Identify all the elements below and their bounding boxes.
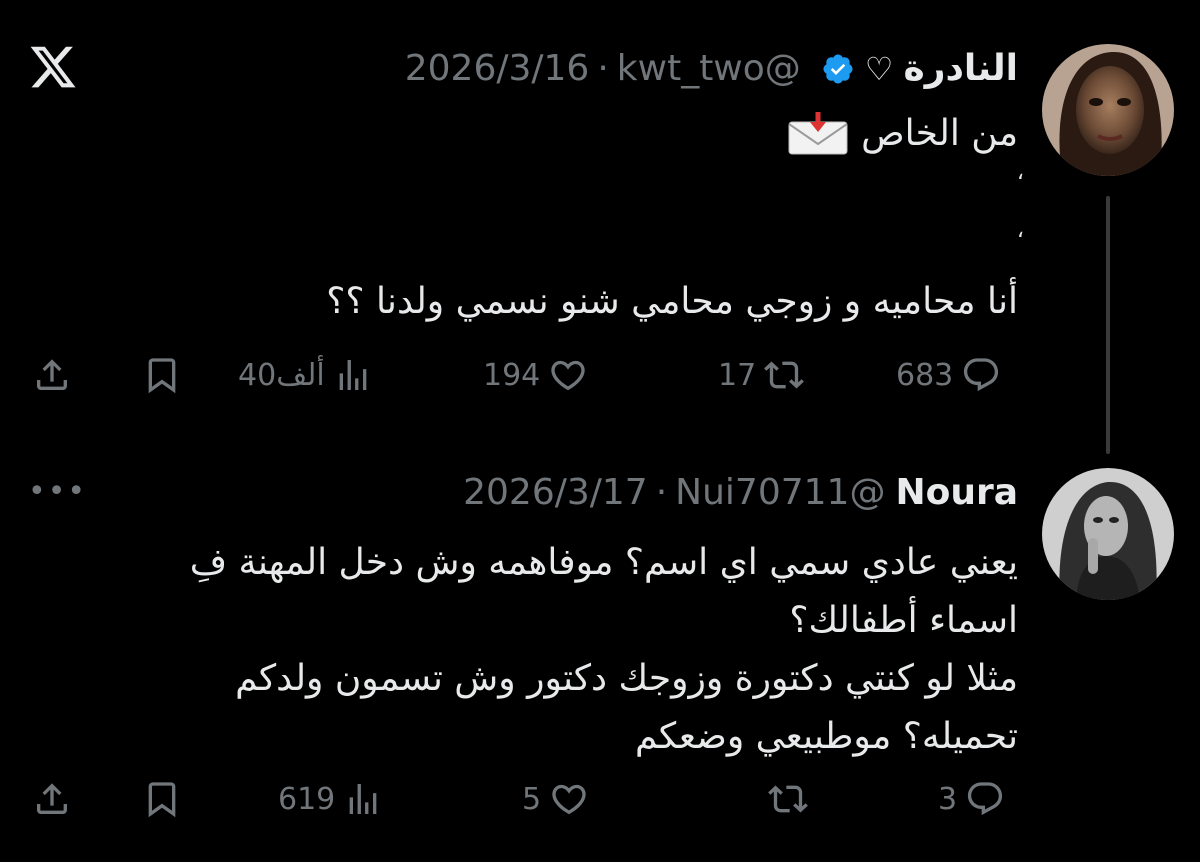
reply-icon	[964, 358, 999, 392]
handle[interactable]: @kwt_two	[617, 46, 801, 92]
views-count: 619	[278, 781, 336, 817]
retweets-count: 17	[718, 357, 757, 393]
more-icon[interactable]: •••	[28, 474, 87, 509]
likes-count: 5	[522, 781, 542, 817]
tweet-text-line: من الخاص	[787, 112, 1018, 156]
name-suffix: ♡	[864, 50, 894, 88]
tweet-header: النادرة ♡ @kwt_two · 2026/3/16	[405, 46, 1018, 92]
text-line: أنا محاميه و زوجي محامي شنو نسمي ولدنا ؟…	[326, 281, 1018, 322]
timestamp[interactable]: 2026/3/17	[463, 470, 648, 516]
bookmark-icon	[148, 782, 176, 818]
text-line: ،	[1016, 218, 1024, 243]
retweet-icon	[768, 785, 808, 813]
reply-button[interactable]: 3	[938, 774, 1005, 824]
bookmark-icon	[148, 358, 176, 394]
retweet-button[interactable]	[760, 774, 808, 824]
retweet-button[interactable]: 17	[718, 350, 805, 400]
like-button[interactable]: 194	[483, 350, 588, 400]
text-line: من الخاص	[861, 113, 1018, 154]
replies-count: 3	[938, 781, 958, 817]
like-icon	[552, 784, 586, 815]
separator: ·	[655, 472, 668, 513]
tweet-text: يعني عادي سمي اي اسم؟ موفاهمه وش دخل الم…	[190, 534, 1018, 766]
reply-icon	[968, 782, 1003, 816]
verified-icon	[823, 54, 853, 84]
replies-count: 683	[896, 357, 954, 393]
separator: ·	[597, 48, 609, 89]
like-icon	[551, 360, 585, 391]
likes-count: 194	[483, 357, 541, 393]
share-icon	[37, 783, 67, 814]
like-button[interactable]: 5	[522, 774, 589, 824]
share-icon	[37, 359, 67, 390]
tweet-header: Noura @Nui70711 · 2026/3/17	[463, 470, 1018, 516]
bookmark-button[interactable]	[142, 350, 182, 400]
text-line: ،	[1016, 160, 1024, 185]
display-name[interactable]: النادرة	[903, 46, 1018, 92]
retweet-icon	[764, 361, 805, 389]
text-line: مثلا لو كنتي دكتورة وزوجك دكتور وش تسمون…	[235, 658, 1018, 699]
share-button[interactable]	[32, 774, 72, 824]
text-line: تحميله؟ موطبيعي وضعكم	[635, 716, 1018, 757]
share-button[interactable]	[32, 350, 72, 400]
views-button[interactable]: 40ألف	[238, 350, 373, 400]
thread-line	[1106, 196, 1110, 454]
text-line: يعني عادي سمي اي اسم؟ موفاهمه وش دخل الم…	[189, 542, 1018, 583]
envelope-icon	[788, 112, 848, 155]
display-name[interactable]: Noura	[895, 470, 1018, 516]
reply-button[interactable]: 683	[896, 350, 1001, 400]
tweet-actions: 619 5 3	[28, 774, 1018, 824]
views-icon	[339, 360, 367, 390]
bookmark-button[interactable]	[142, 774, 182, 824]
views-button[interactable]: 619	[278, 774, 383, 824]
views-count: 40ألف	[238, 357, 325, 393]
timestamp[interactable]: 2026/3/16	[405, 46, 590, 92]
handle[interactable]: @Nui70711	[675, 470, 885, 516]
text-line: اسماء أطفالك؟	[789, 600, 1018, 641]
avatar[interactable]	[1042, 44, 1174, 176]
x-logo-icon[interactable]	[28, 42, 78, 92]
views-icon	[349, 784, 377, 814]
avatar[interactable]	[1042, 468, 1174, 600]
tweet-actions: 40ألف 194 17 683	[28, 350, 1018, 400]
